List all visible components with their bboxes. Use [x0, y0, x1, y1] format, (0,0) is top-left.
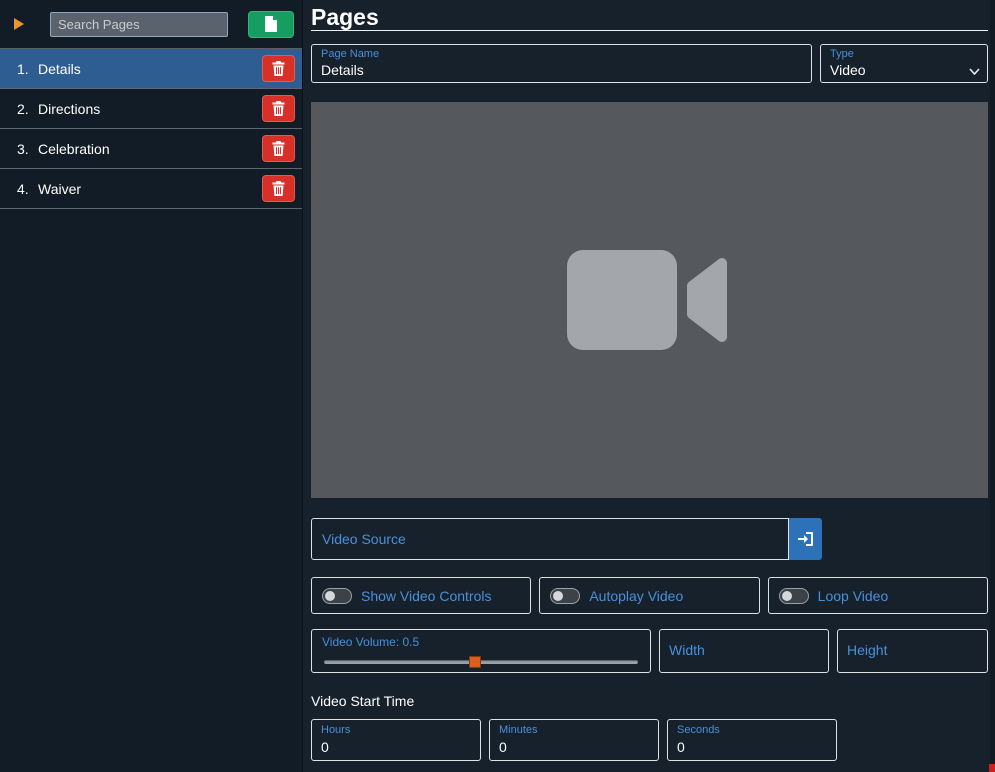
- page-item-number: 1.: [17, 60, 29, 77]
- trash-icon: [272, 101, 285, 116]
- page-name-label: Page Name: [321, 47, 380, 60]
- page-item-number: 4.: [17, 180, 29, 197]
- volume-slider[interactable]: [322, 656, 640, 668]
- video-source-input[interactable]: Video Source: [311, 518, 789, 560]
- video-volume-field: Video Volume: 0.5: [311, 629, 651, 673]
- page-name-field[interactable]: Page Name Details: [311, 44, 812, 83]
- height-field[interactable]: Height: [837, 629, 988, 673]
- toggle-label: Loop Video: [817, 587, 889, 604]
- toggle-switch-icon[interactable]: [322, 587, 352, 604]
- video-source-row: Video Source: [311, 518, 822, 560]
- page-item-label: Directions: [38, 100, 101, 117]
- search-pages-input[interactable]: [50, 11, 228, 37]
- volume-size-row: Video Volume: 0.5 Width Height: [311, 629, 988, 673]
- start-time-row: Hours 0 Minutes 0 Seconds 0: [311, 719, 988, 761]
- page-item-label: Celebration: [38, 140, 110, 157]
- delete-page-button[interactable]: [262, 135, 295, 162]
- video-source-placeholder: Video Source: [322, 531, 406, 547]
- sidebar-toolbar: [0, 0, 302, 49]
- page-item-number: 3.: [17, 140, 29, 157]
- seconds-value: 0: [677, 738, 685, 755]
- scrollbar-track[interactable]: [990, 0, 995, 772]
- video-start-time-label: Video Start Time: [311, 693, 415, 709]
- toggle-switch-icon[interactable]: [778, 587, 809, 604]
- delete-page-button[interactable]: [262, 55, 295, 82]
- trash-icon: [272, 141, 285, 156]
- hours-label: Hours: [321, 724, 351, 737]
- delete-page-button[interactable]: [262, 95, 295, 122]
- hours-field[interactable]: Hours 0: [311, 719, 481, 761]
- video-camera-icon: [566, 250, 727, 350]
- minutes-field[interactable]: Minutes 0: [489, 719, 659, 761]
- title-divider: [311, 30, 988, 31]
- trash-icon: [272, 61, 285, 76]
- name-type-row: Page Name Details Type Video: [311, 44, 988, 83]
- toggle-switch-icon[interactable]: [550, 587, 581, 604]
- autoplay-video-toggle[interactable]: Autoplay Video: [539, 577, 760, 614]
- delete-page-button[interactable]: [262, 175, 295, 202]
- height-label: Height: [847, 642, 888, 659]
- page-item-label: Waiver: [38, 180, 82, 197]
- minutes-value: 0: [499, 738, 507, 755]
- chevron-down-icon: [969, 62, 980, 80]
- toggle-label: Show Video Controls: [361, 587, 492, 604]
- video-preview: [311, 102, 988, 498]
- page-editor: Pages Page Name Details Type Video Video…: [303, 0, 995, 772]
- page-item-label: Details: [38, 60, 81, 77]
- type-select[interactable]: Type Video: [820, 44, 988, 83]
- import-icon: [798, 532, 813, 546]
- type-label: Type: [830, 47, 854, 60]
- trash-icon: [272, 181, 285, 196]
- scroll-corner-indicator: [989, 764, 995, 772]
- hours-value: 0: [321, 738, 329, 755]
- sidebar-item-directions[interactable]: 2. Directions: [0, 89, 302, 129]
- add-page-button[interactable]: [248, 10, 294, 38]
- add-page-icon: [265, 16, 277, 32]
- video-volume-label: Video Volume: 0.5: [322, 635, 420, 649]
- seconds-field[interactable]: Seconds 0: [667, 719, 837, 761]
- pages-sidebar: 1. Details 2. Directions: [0, 0, 303, 772]
- width-label: Width: [669, 642, 705, 659]
- video-source-browse-button[interactable]: [789, 518, 822, 560]
- width-field[interactable]: Width: [659, 629, 829, 673]
- page-item-number: 2.: [17, 100, 29, 117]
- page-list: 1. Details 2. Directions 3. Celebration …: [0, 49, 302, 209]
- video-toggles-row: Show Video Controls Autoplay Video Loop …: [311, 577, 988, 614]
- page-title: Pages: [311, 4, 379, 30]
- page-name-value: Details: [321, 62, 364, 79]
- loop-video-toggle[interactable]: Loop Video: [767, 577, 988, 614]
- orange-arrow-icon[interactable]: [14, 18, 24, 30]
- type-value: Video: [830, 62, 866, 79]
- seconds-label: Seconds: [677, 724, 720, 737]
- volume-slider-thumb[interactable]: [468, 656, 481, 668]
- volume-slider-track[interactable]: [324, 660, 638, 664]
- toggle-label: Autoplay Video: [589, 587, 684, 604]
- app-window: 1. Details 2. Directions: [0, 0, 995, 772]
- sidebar-item-details[interactable]: 1. Details: [0, 49, 302, 89]
- sidebar-item-celebration[interactable]: 3. Celebration: [0, 129, 302, 169]
- minutes-label: Minutes: [499, 724, 538, 737]
- show-video-controls-toggle[interactable]: Show Video Controls: [311, 577, 532, 614]
- sidebar-item-waiver[interactable]: 4. Waiver: [0, 169, 302, 209]
